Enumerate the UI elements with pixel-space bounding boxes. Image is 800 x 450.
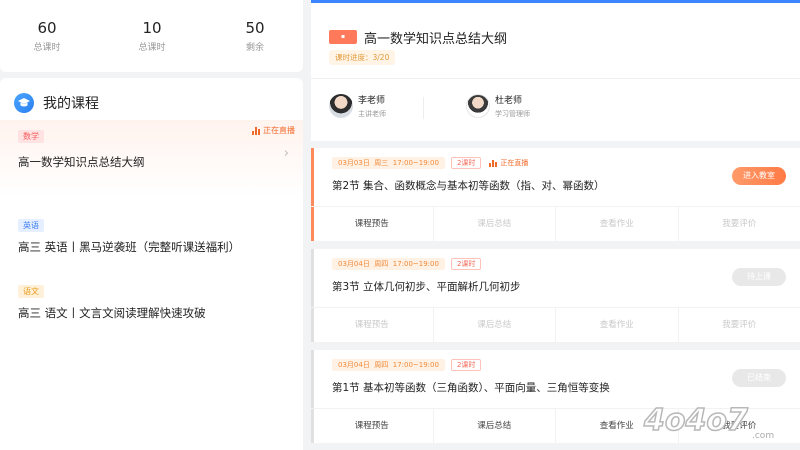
ended-button[interactable]: 已结束 <box>732 369 786 387</box>
homework-link[interactable]: 查看作业 <box>556 308 679 342</box>
avatar <box>329 94 353 118</box>
review-link[interactable]: 我要评价 <box>679 409 800 443</box>
lesson-hours: 2课时 <box>450 359 482 371</box>
stat-label: 总课时 <box>33 43 61 53</box>
left-panel: 60 总课时 10 总课时 50 剩余 我的课程 正在直播 数学 高一数学知识点… <box>0 0 303 450</box>
lesson-schedule: 03月04日 周四 17:00~19:00 <box>332 359 445 371</box>
lesson-hours: 2课时 <box>450 157 482 169</box>
lesson-title: 第1节 基本初等函数（三角函数）、平面向量、三角恒等变换 <box>332 382 610 394</box>
lesson-hours: 2课时 <box>450 258 482 270</box>
teacher-role: 学习管理师 <box>495 110 530 118</box>
stat-done-hours: 10 总课时 <box>117 18 187 53</box>
course-item-chinese[interactable]: 语文 高三 语文丨文言文阅读理解快速攻破 <box>0 280 303 330</box>
lesson-date: 03月03日 <box>338 159 370 167</box>
divider <box>311 78 800 79</box>
live-indicator: 正在直播 <box>252 125 295 136</box>
my-courses-title: 我的课程 <box>43 96 99 112</box>
course-name: 高三 语文丨文言文阅读理解快速攻破 <box>18 306 206 320</box>
teacher-name: 李老师 <box>358 96 386 106</box>
lesson-actions: 课程预告 课后总结 查看作业 我要评价 <box>311 307 800 342</box>
lesson-schedule: 03月04日 周四 17:00~19:00 <box>332 258 445 270</box>
course-preview-link[interactable]: 课程预告 <box>311 207 434 241</box>
course-name: 高一数学知识点总结大纲 <box>18 155 145 169</box>
course-stats: 60 总课时 10 总课时 50 剩余 <box>0 0 303 72</box>
stat-total-hours: 60 总课时 <box>12 18 82 53</box>
lesson-actions: 课程预告 课后总结 查看作业 我要评价 <box>311 206 800 241</box>
subject-badge-icon: ▪ <box>329 30 357 44</box>
lesson-meta: 03月04日 周四 17:00~19:00 2课时 <box>332 359 482 371</box>
chevron-right-icon: › <box>283 146 289 161</box>
course-title: 高一数学知识点总结大纲 <box>364 32 508 47</box>
right-panel: ▪ 高一数学知识点总结大纲 课时进度：3/20 李老师 主讲老师 杜老师 学习管… <box>311 0 800 450</box>
stat-remaining: 50 剩余 <box>220 18 290 53</box>
lesson-weekday: 周四 <box>374 260 389 268</box>
subject-tag: 数学 <box>18 130 44 143</box>
lesson-date: 03月04日 <box>338 260 370 268</box>
course-header-card: ▪ 高一数学知识点总结大纲 课时进度：3/20 李老师 主讲老师 杜老师 学习管… <box>311 3 800 141</box>
live-bars-icon <box>252 126 260 135</box>
divider <box>423 97 424 119</box>
subject-tag: 英语 <box>18 219 44 232</box>
lesson-title: 第3节 立体几何初步、平面解析几何初步 <box>332 281 521 293</box>
lesson-date: 03月04日 <box>338 361 370 369</box>
live-indicator: 正在直播 <box>489 158 528 168</box>
lesson-title: 第2节 集合、函数概念与基本初等函数（指、对、幂函数） <box>332 180 605 192</box>
course-item-math[interactable]: 正在直播 数学 高一数学知识点总结大纲 › <box>0 120 303 196</box>
homework-link[interactable]: 查看作业 <box>556 409 679 443</box>
stat-label: 总课时 <box>138 43 166 53</box>
lesson-time: 17:00~19:00 <box>392 159 439 167</box>
live-label: 正在直播 <box>500 159 529 167</box>
course-progress: 课时进度：3/20 <box>329 50 396 65</box>
my-courses-panel: 我的课程 正在直播 数学 高一数学知识点总结大纲 › 英语 高三 英语丨黑马逆袭… <box>0 78 303 450</box>
teacher-role: 主讲老师 <box>358 110 386 118</box>
teacher-manager[interactable]: 杜老师 学习管理师 <box>466 93 530 119</box>
my-courses-header: 我的课程 <box>14 92 99 114</box>
graduation-cap-icon <box>14 93 34 113</box>
summary-link[interactable]: 课后总结 <box>434 207 556 241</box>
stat-value: 60 <box>37 19 57 37</box>
lesson-card: 03月04日 周四 17:00~19:00 2课时 第1节 基本初等函数（三角函… <box>311 350 800 443</box>
review-link[interactable]: 我要评价 <box>679 308 800 342</box>
teacher-main[interactable]: 李老师 主讲老师 <box>329 93 386 119</box>
course-name: 高三 英语丨黑马逆袭班（完整听课送福利） <box>18 240 241 254</box>
lesson-card: 03月04日 周四 17:00~19:00 2课时 第3节 立体几何初步、平面解… <box>311 249 800 342</box>
pending-class-button[interactable]: 待上课 <box>732 268 786 286</box>
lesson-card: 03月03日 周三 17:00~19:00 2课时 正在直播 第2节 集合、函数… <box>311 148 800 241</box>
teacher-name: 杜老师 <box>495 96 523 106</box>
lesson-time: 17:00~19:00 <box>392 260 439 268</box>
lesson-weekday: 周四 <box>374 361 389 369</box>
lesson-meta: 03月03日 周三 17:00~19:00 2课时 正在直播 <box>332 157 528 169</box>
stat-value: 50 <box>245 19 265 37</box>
avatar <box>466 94 490 118</box>
summary-link[interactable]: 课后总结 <box>434 409 556 443</box>
stat-label: 剩余 <box>245 43 264 53</box>
course-preview-link[interactable]: 课程预告 <box>311 409 434 443</box>
live-label: 正在直播 <box>263 126 295 135</box>
lesson-time: 17:00~19:00 <box>392 361 439 369</box>
course-item-english[interactable]: 英语 高三 英语丨黑马逆袭班（完整听课送福利） <box>0 214 303 264</box>
enter-classroom-button[interactable]: 进入教室 <box>732 167 786 185</box>
lesson-actions: 课程预告 课后总结 查看作业 我要评价 <box>311 408 800 443</box>
review-link[interactable]: 我要评价 <box>679 207 800 241</box>
lesson-weekday: 周三 <box>374 159 389 167</box>
lesson-schedule: 03月03日 周三 17:00~19:00 <box>332 157 445 169</box>
subject-tag: 语文 <box>18 285 44 298</box>
homework-link[interactable]: 查看作业 <box>556 207 679 241</box>
stat-value: 10 <box>142 19 162 37</box>
lesson-meta: 03月04日 周四 17:00~19:00 2课时 <box>332 258 482 270</box>
summary-link[interactable]: 课后总结 <box>434 308 556 342</box>
live-bars-icon <box>489 159 498 167</box>
course-preview-link[interactable]: 课程预告 <box>311 308 434 342</box>
